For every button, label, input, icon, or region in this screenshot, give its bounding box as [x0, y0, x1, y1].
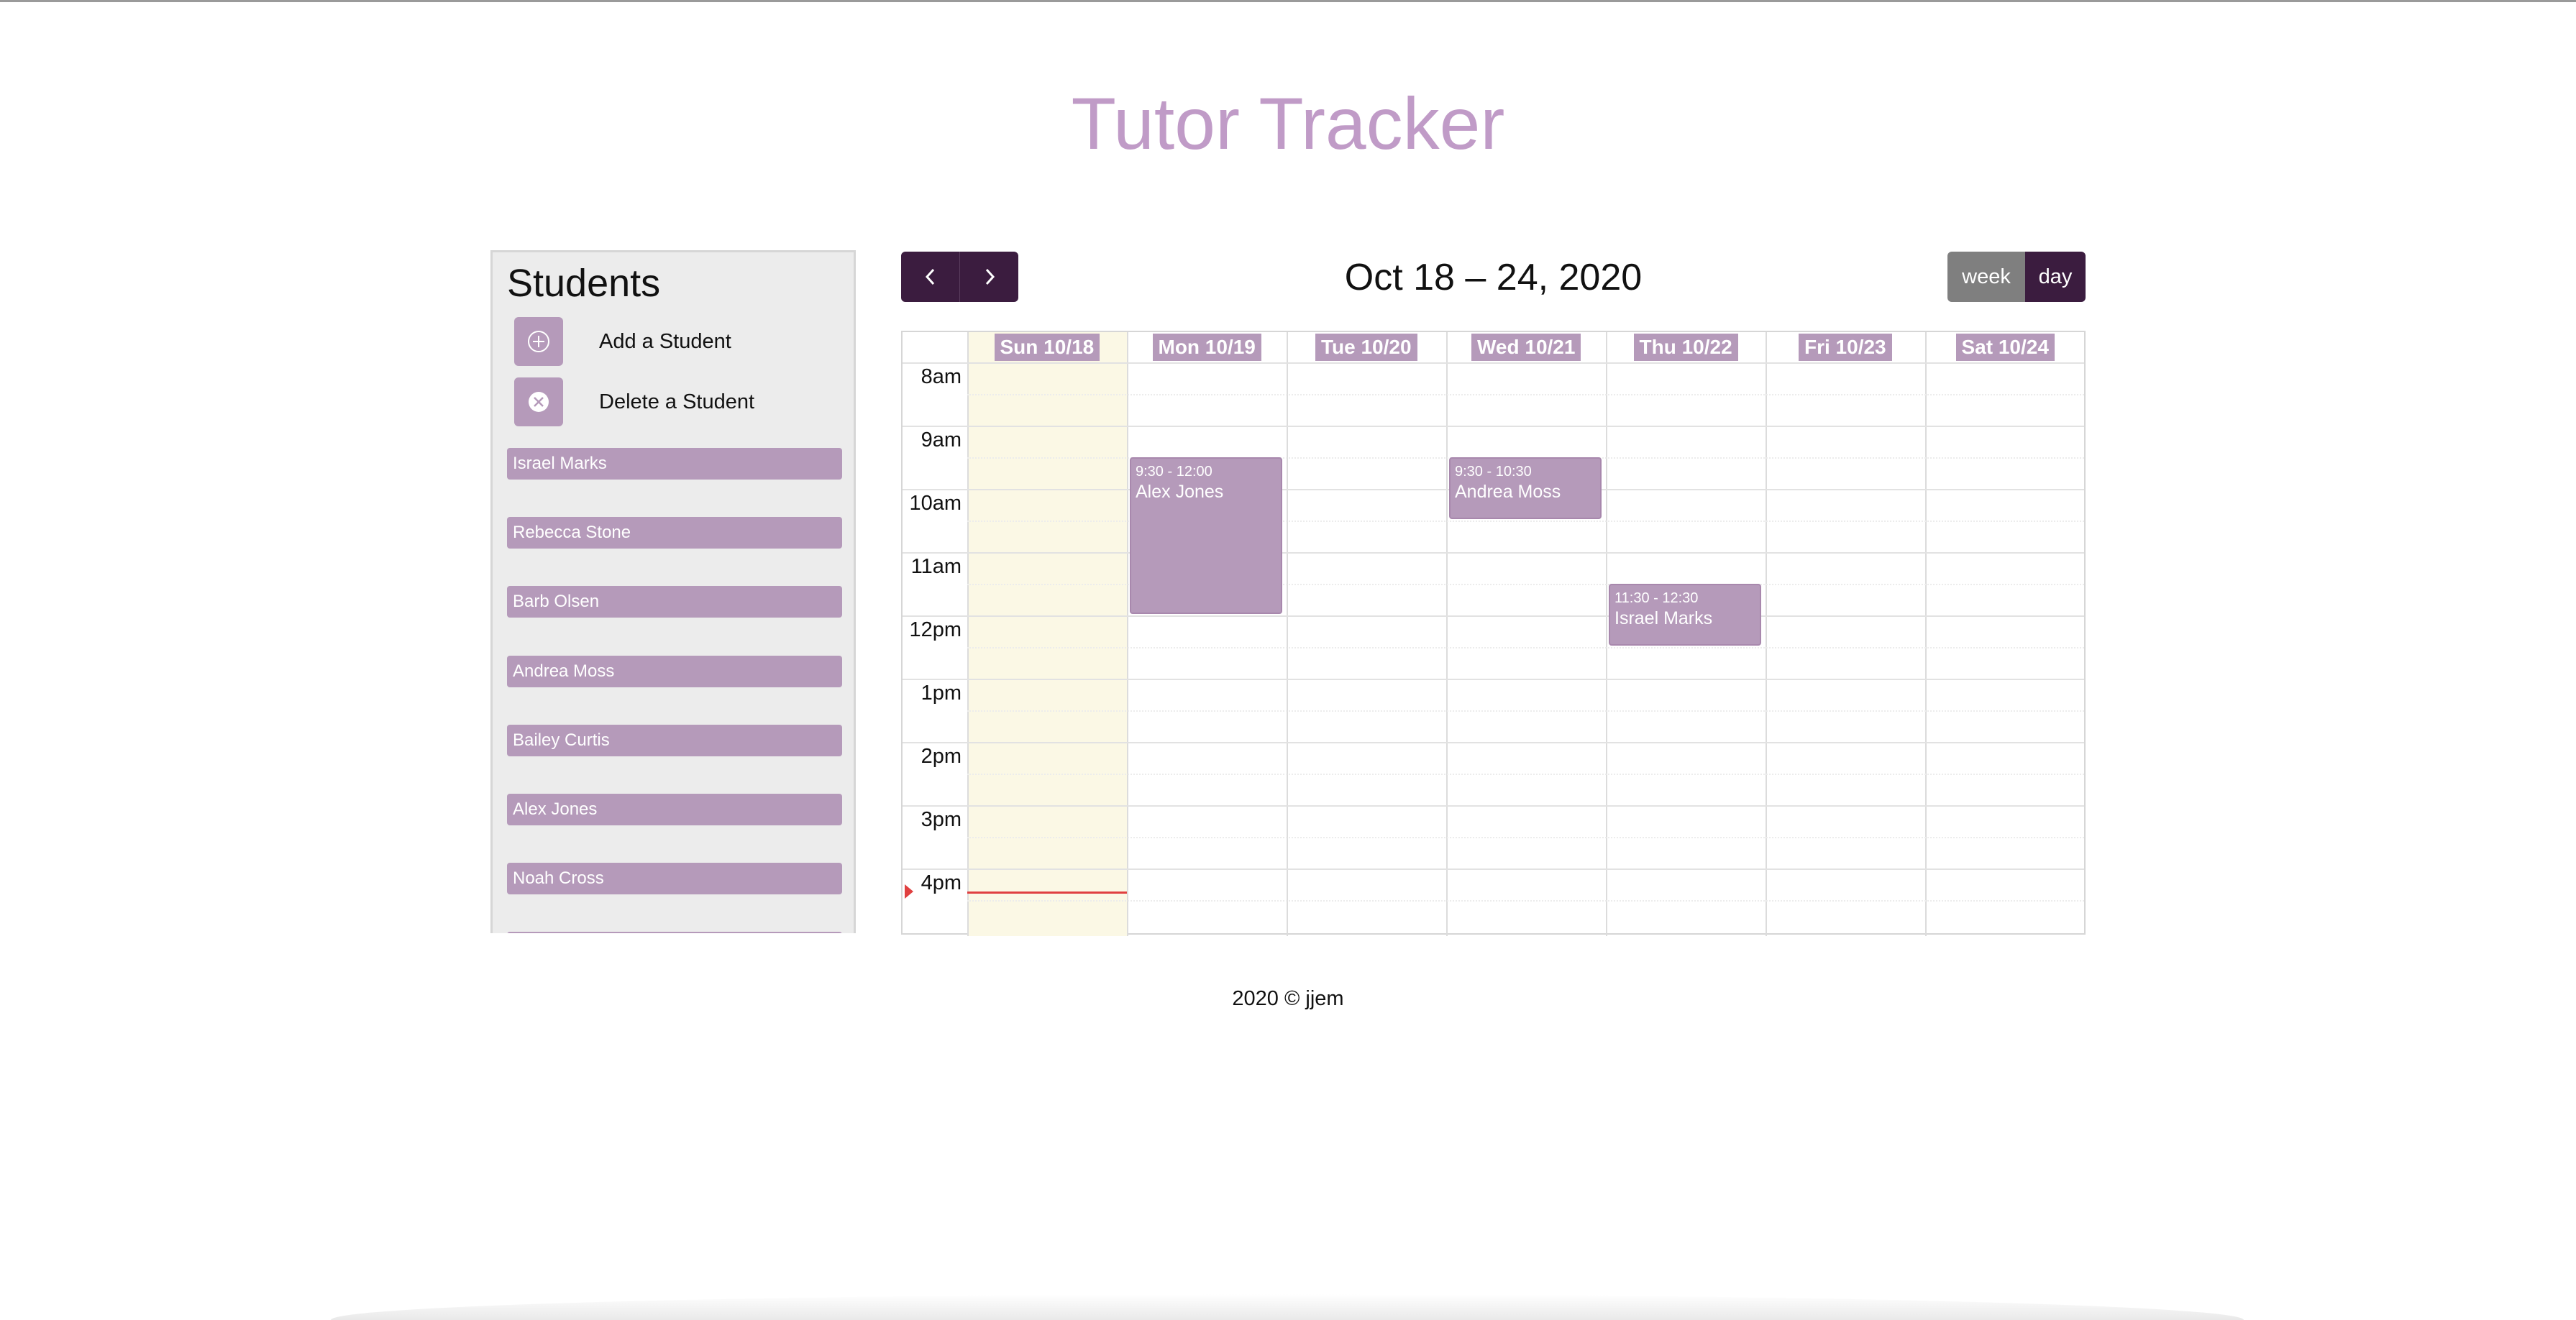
delete-student-button[interactable]: Delete a Student [514, 377, 754, 426]
bottom-shadow [331, 1294, 2244, 1320]
day-header: Mon 10/19 [1152, 334, 1261, 361]
day-header: Wed 10/21 [1471, 334, 1581, 361]
half-hour-line [967, 837, 2084, 838]
day-column[interactable] [1287, 332, 1446, 936]
day-header: Sun 10/18 [994, 334, 1100, 361]
student-item[interactable]: Barb Olsen [507, 586, 842, 618]
hour-line [903, 805, 2084, 807]
hour-line [903, 552, 2084, 554]
window-top-border [0, 0, 2576, 2]
time-label: 2pm [921, 745, 962, 768]
day-header: Tue 10/20 [1315, 334, 1417, 361]
event-title: Israel Marks [1614, 608, 1713, 628]
day-column[interactable] [967, 332, 1127, 936]
calendar-event[interactable]: 11:30 - 12:30 Israel Marks [1609, 584, 1761, 646]
event-title: Andrea Moss [1455, 482, 1561, 502]
hour-line [903, 679, 2084, 680]
event-time: 11:30 - 12:30 [1614, 590, 1699, 606]
calendar-event[interactable]: 9:30 - 10:30 Andrea Moss [1449, 457, 1602, 519]
half-hour-line [967, 647, 2084, 648]
half-hour-line [967, 710, 2084, 712]
page-title: Tutor Tracker [1071, 83, 1505, 165]
day-column[interactable] [1766, 332, 1925, 936]
calendar-grid: Sun 10/18 Mon 10/19 Tue 10/20 Wed 10/21 Thu … [901, 331, 2086, 936]
plus-circle-icon[interactable] [514, 317, 563, 366]
student-item-partial[interactable] [507, 932, 842, 933]
half-hour-line [967, 774, 2084, 775]
view-switcher: week day [1947, 252, 2086, 302]
event-time: 9:30 - 10:30 [1455, 464, 1532, 480]
time-label: 3pm [921, 808, 962, 831]
current-time-line [967, 892, 1127, 894]
students-heading: Students [507, 262, 661, 305]
half-hour-line [967, 394, 2084, 395]
student-item[interactable]: Andrea Moss [507, 656, 842, 687]
week-view-button[interactable]: week [1947, 252, 2025, 302]
student-item[interactable]: Noah Cross [507, 863, 842, 894]
current-time-arrow-icon [905, 884, 913, 899]
day-column[interactable] [1925, 332, 2085, 936]
header-divider [903, 362, 2084, 364]
date-range-title: Oct 18 – 24, 2020 [1344, 257, 1643, 298]
day-column[interactable] [1127, 332, 1287, 936]
student-item[interactable]: Israel Marks [507, 448, 842, 480]
event-title: Alex Jones [1136, 482, 1224, 502]
footer-copyright: 2020 © jjem [1232, 987, 1344, 1010]
x-circle-icon[interactable] [514, 377, 563, 426]
event-time: 9:30 - 12:00 [1136, 464, 1212, 480]
time-label: 12pm [909, 618, 962, 641]
add-student-label[interactable]: Add a Student [599, 330, 731, 354]
add-student-button[interactable]: Add a Student [514, 317, 731, 366]
time-label: 10am [909, 492, 962, 515]
day-header: Fri 10/23 [1799, 334, 1892, 361]
half-hour-line [967, 900, 2084, 902]
hour-line [903, 426, 2084, 427]
delete-student-label[interactable]: Delete a Student [599, 390, 754, 414]
students-panel: Students Add a Student Delete a Student … [490, 250, 856, 933]
student-item[interactable]: Alex Jones [507, 794, 842, 825]
calendar: Oct 18 – 24, 2020 week day Sun 10/18 Mon … [901, 250, 2086, 936]
day-column[interactable] [1446, 332, 1606, 936]
day-header: Sat 10/24 [1955, 334, 2055, 361]
hour-line [903, 868, 2084, 870]
time-label: 1pm [921, 682, 962, 705]
time-label: 8am [921, 365, 962, 388]
time-label: 9am [921, 428, 962, 452]
hour-line [903, 615, 2084, 617]
time-label: 11am [910, 555, 962, 578]
day-header: Thu 10/22 [1633, 334, 1738, 361]
hour-line [903, 742, 2084, 743]
student-item[interactable]: Rebecca Stone [507, 517, 842, 549]
student-item[interactable]: Bailey Curtis [507, 725, 842, 756]
day-view-button[interactable]: day [2025, 252, 2086, 302]
calendar-event[interactable]: 9:30 - 12:00 Alex Jones [1130, 457, 1282, 614]
